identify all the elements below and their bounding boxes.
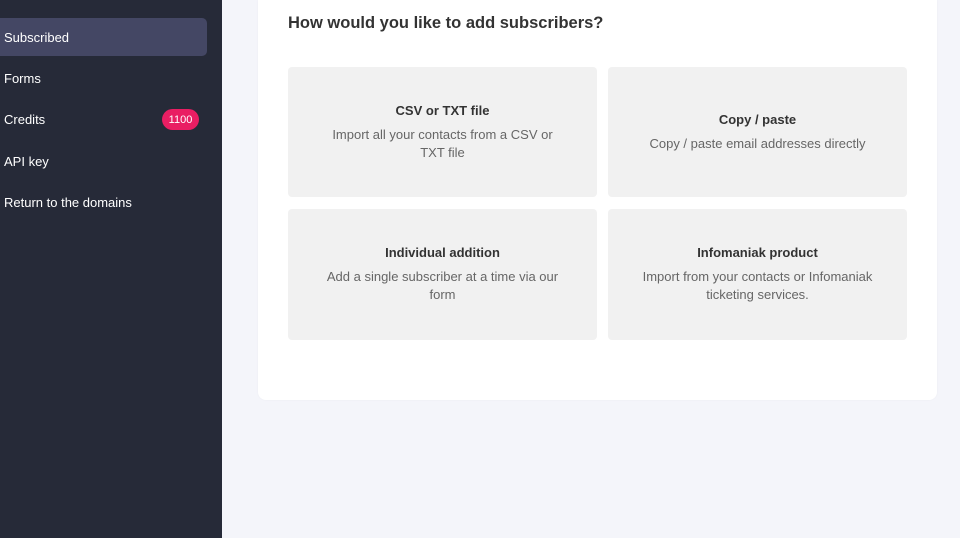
sidebar-item-label: Credits [4, 111, 46, 127]
page-title: How would you like to add subscribers? [288, 14, 604, 32]
credits-count-badge: 1100 [162, 109, 199, 130]
sidebar-item-forms[interactable]: Forms [0, 59, 207, 97]
sidebar-item-label: API key [4, 153, 49, 169]
option-copy-paste[interactable]: Copy / paste Copy / paste email addresse… [608, 67, 907, 197]
option-csv-txt-file[interactable]: CSV or TXT file Import all your contacts… [288, 67, 597, 197]
sidebar-item-subscribed[interactable]: Subscribed [0, 18, 207, 56]
option-individual-addition[interactable]: Individual addition Add a single subscri… [288, 209, 597, 340]
sidebar-item-label: Forms [4, 70, 41, 86]
sidebar-item-label: Subscribed [4, 29, 70, 45]
option-title: Infomaniak product [697, 245, 818, 260]
add-subscribers-panel [258, 0, 937, 400]
sidebar: Subscribed Forms Credits 1100 API key Re… [0, 0, 222, 538]
option-description: Add a single subscriber at a time via ou… [326, 269, 559, 302]
sidebar-item-credits[interactable]: Credits 1100 [0, 100, 207, 138]
sidebar-item-label: Return to the domains [4, 194, 132, 210]
option-description: Import from your contacts or Infomaniak … [642, 269, 873, 302]
option-description: Import all your contacts from a CSV or T… [332, 126, 553, 160]
option-title: Copy / paste [718, 111, 797, 127]
option-description: Copy / paste email addresses directly [649, 135, 866, 151]
option-title: CSV or TXT file [395, 102, 490, 118]
option-infomaniak-product[interactable]: Infomaniak product Import from your cont… [608, 209, 907, 340]
sidebar-item-return-to-domains[interactable]: Return to the domains [0, 183, 207, 221]
sidebar-item-api-key[interactable]: API key [0, 142, 207, 180]
option-title: Individual addition [385, 245, 500, 260]
